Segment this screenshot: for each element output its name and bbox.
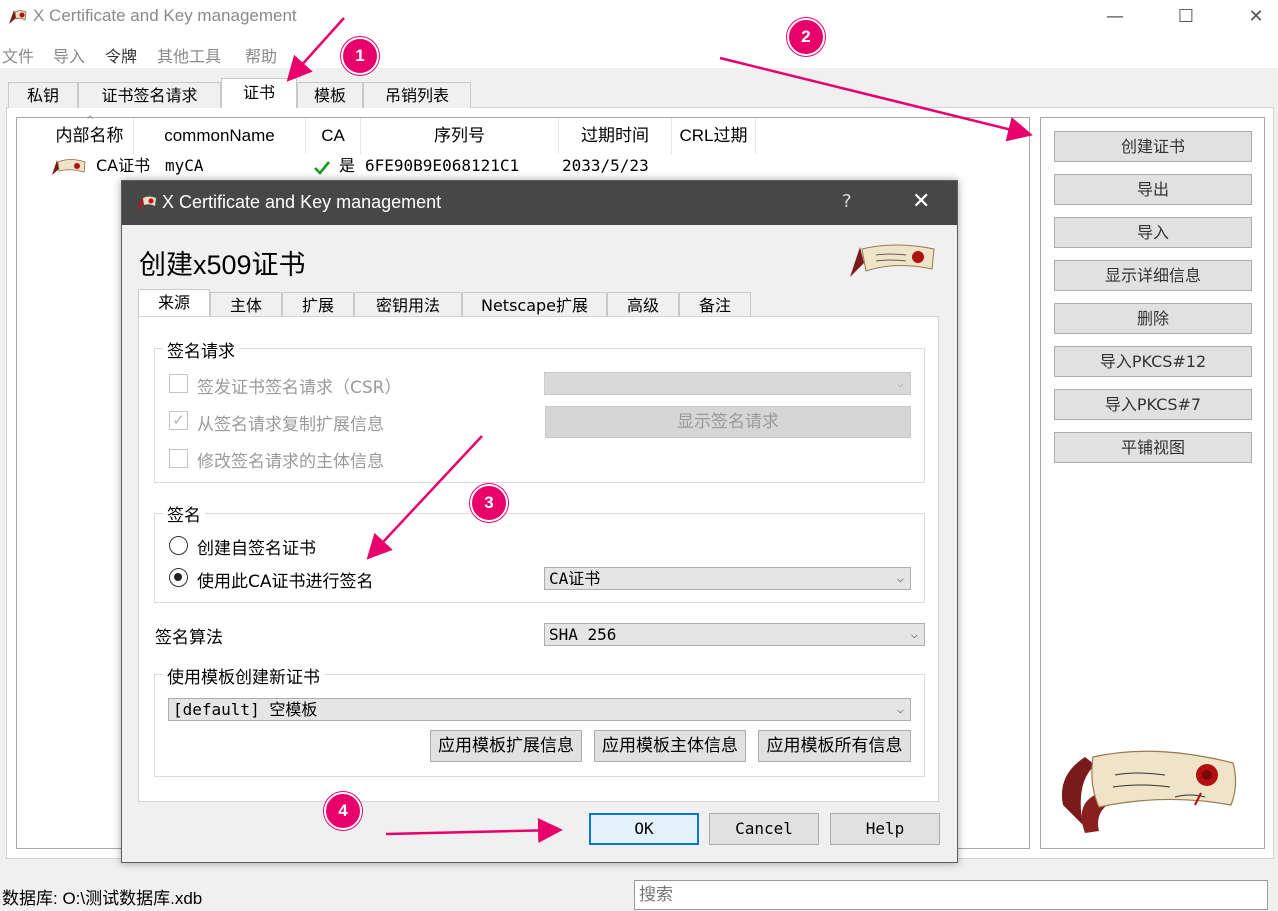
show-request-button[interactable]: 显示签名请求 xyxy=(545,406,911,438)
row-serial: 6FE90B9E068121C1 xyxy=(365,156,520,175)
dialog-title-bar: X Certificate and Key management ? ✕ xyxy=(122,181,957,225)
step-marker-3: 3 xyxy=(470,484,508,522)
tab-source[interactable]: 来源 xyxy=(138,289,210,317)
create-certificate-dialog: X Certificate and Key management ? ✕ 创建x… xyxy=(121,180,958,863)
window-title: X Certificate and Key management xyxy=(33,6,297,25)
menu-bar: 文件 导入 令牌 其他工具 帮助 xyxy=(0,34,1278,68)
tab-comment[interactable]: 备注 xyxy=(679,292,751,317)
apply-template-all-button[interactable]: 应用模板所有信息 xyxy=(758,730,911,762)
source-tab-page: 签名请求 签发证书签名请求（CSR） ⌵ ✓ 从签名请求复制扩展信息 显示签名请… xyxy=(138,316,939,802)
issue-csr-checkbox[interactable] xyxy=(169,374,188,393)
use-ca-radio[interactable] xyxy=(169,568,188,587)
step-marker-2: 2 xyxy=(787,18,825,56)
import-pkcs7-button[interactable]: 导入PKCS#7 xyxy=(1054,389,1252,420)
row-common-name: myCA xyxy=(165,156,204,175)
tab-revocation-lists[interactable]: 吊销列表 xyxy=(363,82,471,108)
import-button[interactable]: 导入 xyxy=(1054,217,1252,248)
help-icon[interactable]: ? xyxy=(842,191,852,212)
column-header-serial[interactable]: 序列号 xyxy=(361,118,559,154)
tab-extensions[interactable]: 扩展 xyxy=(282,292,354,317)
close-icon[interactable]: ✕ xyxy=(1241,4,1271,30)
tab-private-keys[interactable]: 私钥 xyxy=(8,82,78,108)
dialog-title: X Certificate and Key management xyxy=(162,192,442,212)
signature-algorithm-select[interactable]: SHA 256 ⌵ xyxy=(544,623,925,646)
chevron-down-icon: ⌵ xyxy=(910,627,918,641)
use-ca-label: 使用此CA证书进行签名 xyxy=(197,572,374,592)
chevron-down-icon: ⌵ xyxy=(896,702,904,716)
apply-template-extensions-button[interactable]: 应用模板扩展信息 xyxy=(430,730,582,762)
dialog-heading: 创建x509证书 xyxy=(139,250,306,280)
csr-select[interactable]: ⌵ xyxy=(544,372,911,395)
chevron-down-icon: ⌵ xyxy=(896,571,904,585)
tab-advanced[interactable]: 高级 xyxy=(607,292,679,317)
template-value: [default] 空模板 xyxy=(173,700,318,719)
row-internal-name: CA证书 xyxy=(96,156,151,175)
self-signed-label: 创建自签名证书 xyxy=(197,539,316,559)
column-header-common-name[interactable]: commonName xyxy=(134,118,306,154)
modify-subject-checkbox[interactable] xyxy=(169,449,188,468)
row-expiry: 2033/5/23 xyxy=(562,156,649,175)
row-ca: 是 xyxy=(339,156,356,175)
ok-button[interactable]: OK xyxy=(589,813,699,845)
template-select[interactable]: [default] 空模板 ⌵ xyxy=(168,698,911,721)
menu-file[interactable]: 文件 xyxy=(2,43,34,67)
menu-other-tools[interactable]: 其他工具 xyxy=(157,43,221,67)
copy-extensions-label: 从签名请求复制扩展信息 xyxy=(197,415,384,435)
column-header-crl-expiry[interactable]: CRL过期 xyxy=(672,118,756,154)
tab-key-usage[interactable]: 密钥用法 xyxy=(354,292,462,317)
maximize-icon[interactable]: ☐ xyxy=(1171,4,1201,30)
modify-subject-label: 修改签名请求的主体信息 xyxy=(197,452,384,472)
minimize-icon[interactable]: — xyxy=(1100,4,1130,30)
search-input[interactable]: 搜索 xyxy=(634,880,1268,910)
dialog-logo xyxy=(850,244,935,277)
signature-algorithm-value: SHA 256 xyxy=(549,625,617,644)
sign-request-group-title: 签名请求 xyxy=(163,337,239,362)
tile-view-button[interactable]: 平铺视图 xyxy=(1054,432,1252,463)
menu-help[interactable]: 帮助 xyxy=(245,43,277,67)
apply-template-subject-button[interactable]: 应用模板主体信息 xyxy=(594,730,746,762)
step-marker-1: 1 xyxy=(341,37,379,75)
app-logo-icon xyxy=(9,10,27,24)
export-button[interactable]: 导出 xyxy=(1054,174,1252,205)
self-signed-radio[interactable] xyxy=(169,536,188,555)
dialog-close-icon[interactable]: ✕ xyxy=(912,189,930,214)
help-button[interactable]: Help xyxy=(830,813,940,845)
import-pkcs12-button[interactable]: 导入PKCS#12 xyxy=(1054,346,1252,377)
tab-subject[interactable]: 主体 xyxy=(210,292,282,317)
ca-certificate-value: CA证书 xyxy=(549,569,601,588)
create-certificate-button[interactable]: 创建证书 xyxy=(1054,131,1252,162)
tab-csr[interactable]: 证书签名请求 xyxy=(78,82,221,108)
signature-algorithm-label: 签名算法 xyxy=(155,628,223,648)
copy-extensions-checkbox[interactable]: ✓ xyxy=(169,411,188,430)
show-details-button[interactable]: 显示详细信息 xyxy=(1054,260,1252,291)
signing-group-title: 签名 xyxy=(163,501,205,526)
issue-csr-label: 签发证书签名请求（CSR） xyxy=(197,378,402,398)
tab-netscape[interactable]: Netscape扩展 xyxy=(462,292,607,317)
checkmark-icon xyxy=(314,161,331,175)
dialog-app-icon xyxy=(137,196,156,211)
title-bar: X Certificate and Key management — ☐ ✕ xyxy=(0,0,1278,34)
xca-scroll-logo xyxy=(1061,750,1237,833)
ca-certificate-select[interactable]: CA证书 ⌵ xyxy=(544,567,911,590)
step-marker-4: 4 xyxy=(324,792,362,830)
delete-button[interactable]: 删除 xyxy=(1054,303,1252,334)
tab-templates[interactable]: 模板 xyxy=(297,82,363,108)
cancel-button[interactable]: Cancel xyxy=(709,813,819,845)
template-group-title: 使用模板创建新证书 xyxy=(163,663,324,688)
certificate-icon xyxy=(52,159,86,175)
chevron-down-icon: ⌵ xyxy=(896,376,904,390)
database-path-label: 数据库: O:\测试数据库.xdb xyxy=(2,889,203,908)
column-header-expiry[interactable]: 过期时间 xyxy=(559,118,672,154)
sort-indicator-icon: ^ xyxy=(86,115,95,126)
column-header-ca[interactable]: CA xyxy=(306,118,361,154)
menu-token[interactable]: 令牌 xyxy=(105,43,137,67)
tab-certificates[interactable]: 证书 xyxy=(221,78,297,108)
menu-import[interactable]: 导入 xyxy=(53,43,85,67)
